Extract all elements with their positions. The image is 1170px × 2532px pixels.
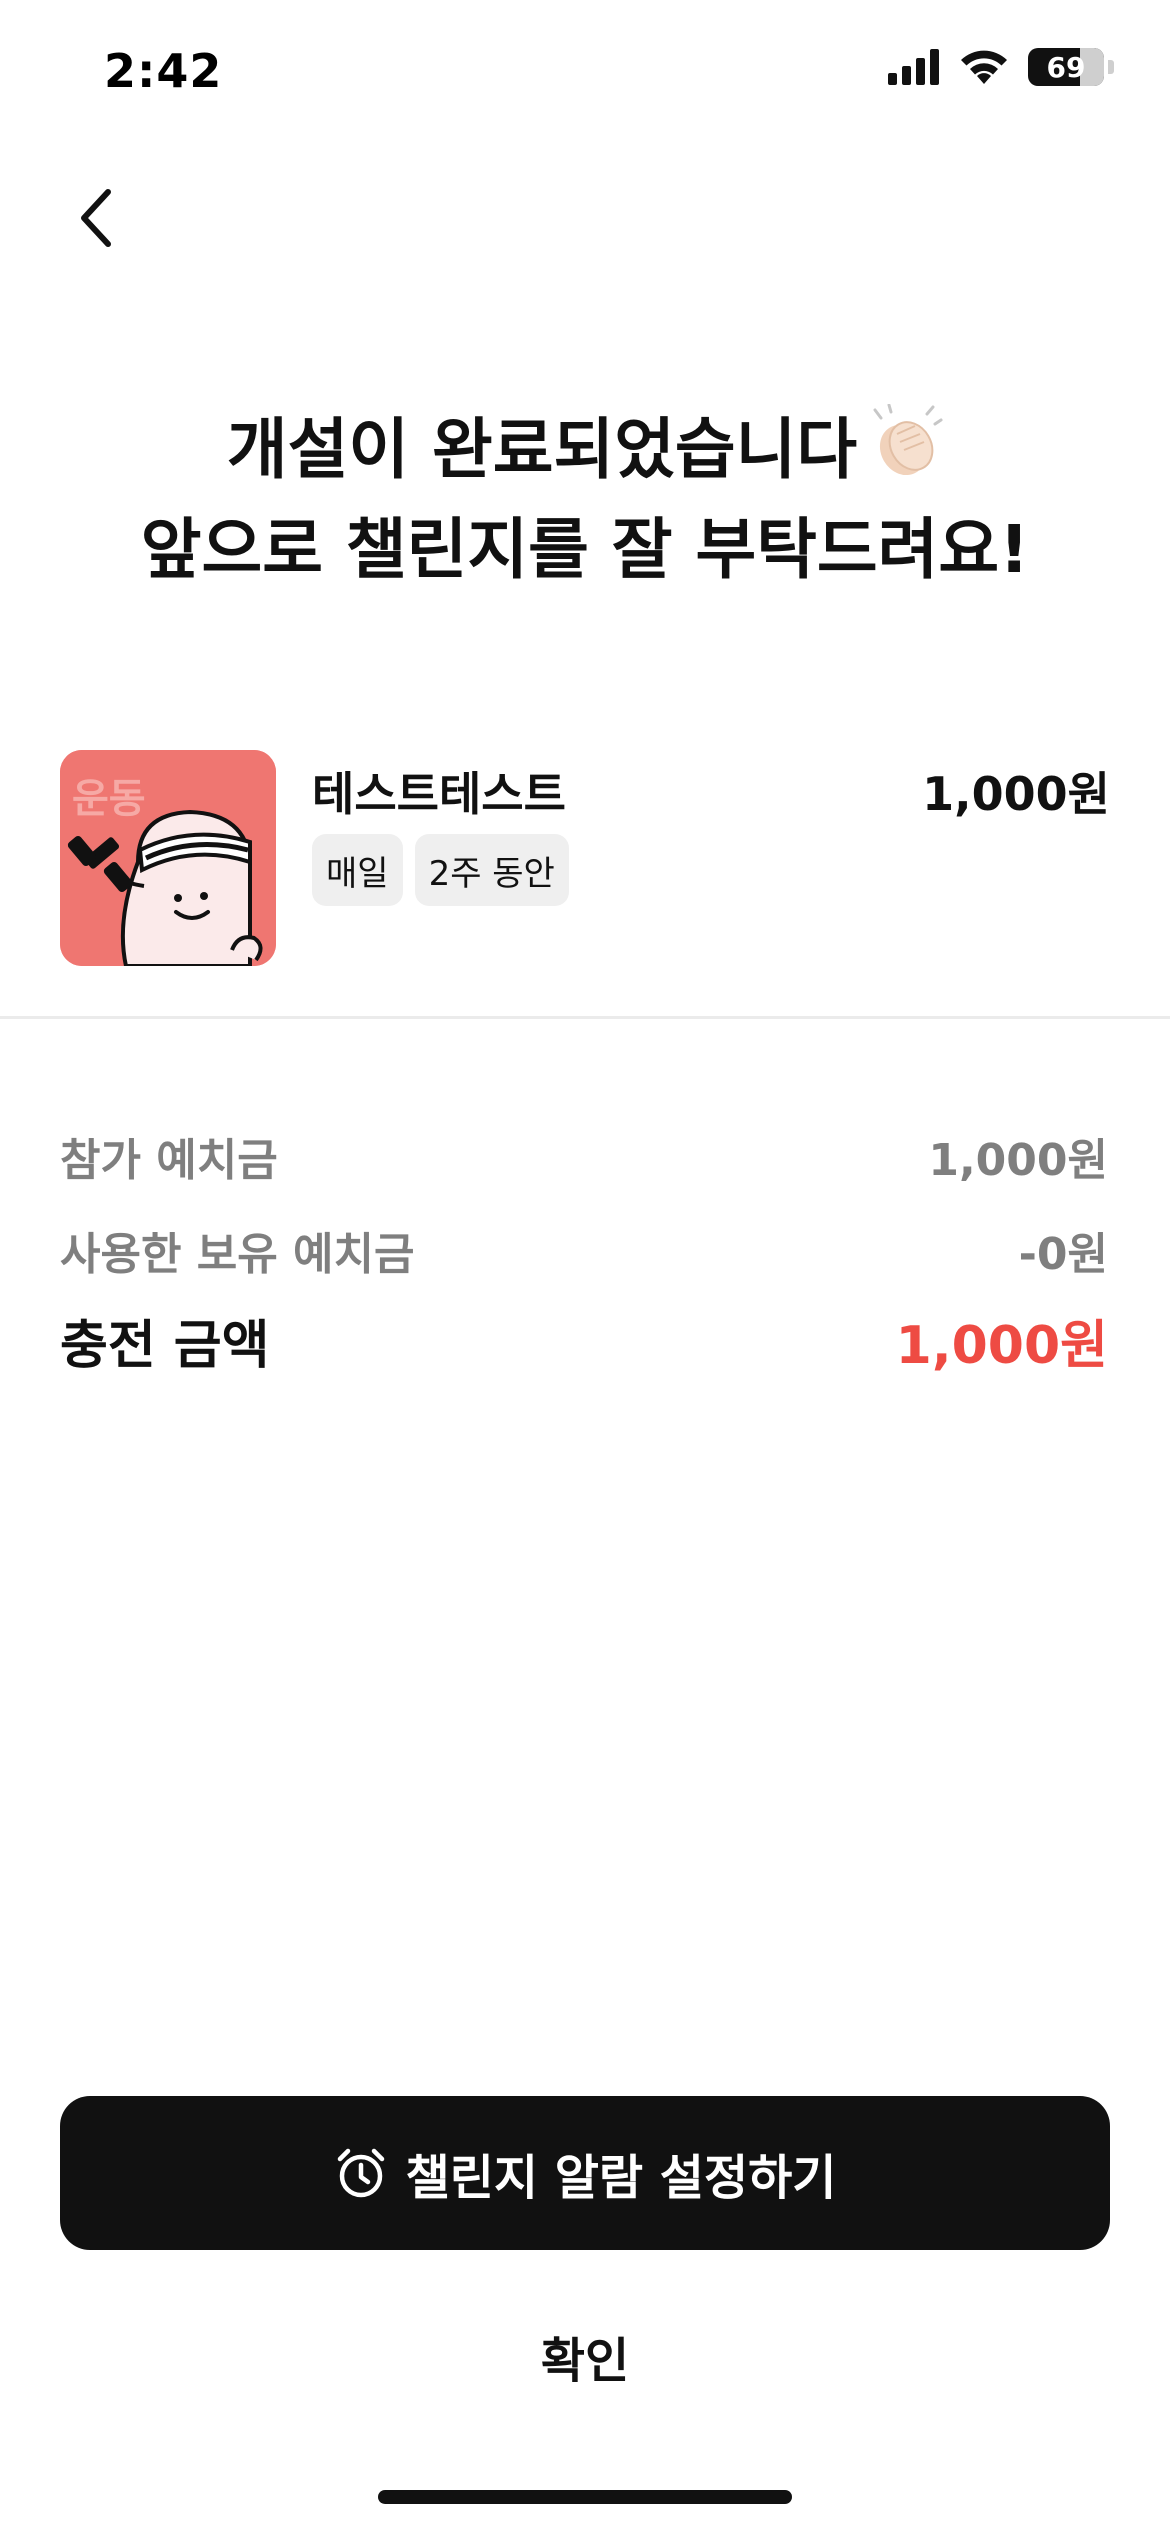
wifi-icon [961,50,1007,84]
challenge-tags: 매일 2주 동안 [312,834,569,906]
challenge-card: 운동 테스트테스트 1,000원 매일 2주 동안 [60,750,1110,970]
set-alarm-button[interactable]: 챌린지 알람 설정하기 [60,2096,1110,2250]
alarm-clock-icon [337,2148,384,2198]
exercise-character-illustration: 운동 [60,750,276,966]
confirm-button[interactable]: 확인 [385,2306,785,2406]
section-divider [0,1016,1170,1019]
signal-icon [888,49,939,85]
headline-line-1-text: 개설이 완료되었습니다 [226,411,858,489]
battery-cap [1108,60,1114,74]
tag-frequency: 매일 [312,834,403,906]
tag-duration: 2주 동안 [414,834,569,906]
status-icons: 69 [888,48,1114,86]
used-deposit-label: 사용한 보유 예치금 [60,1229,415,1280]
battery-level: 69 [1046,50,1086,84]
status-time: 2:42 [104,44,223,98]
challenge-created-screen: 2:42 69 개설이 완료되었습니다 앞으로 챌린지를 잘 부탁드려요! 운동… [0,0,1170,2532]
challenge-price: 1,000원 [922,767,1110,821]
used-deposit-value: -0원 [1018,1229,1108,1280]
completion-headline: 개설이 완료되었습니다 앞으로 챌린지를 잘 부탁드려요! [0,403,1170,596]
challenge-thumbnail: 운동 [60,750,276,966]
deposit-label: 참가 예치금 [60,1135,278,1186]
headline-line-1: 개설이 완료되었습니다 [0,403,1170,504]
headline-line-2: 앞으로 챌린지를 잘 부탁드려요! [140,511,1030,588]
thumbnail-label: 운동 [72,776,146,822]
set-alarm-label: 챌린지 알람 설정하기 [405,2150,837,2206]
clapping-hands-icon [867,403,943,504]
deposit-row: 참가 예치금 1,000원 [60,1120,1108,1192]
charge-amount-row: 충전 금액 1,000원 [60,1300,1108,1380]
used-deposit-row: 사용한 보유 예치금 -0원 [60,1214,1108,1286]
status-bar: 2:42 69 [0,0,1170,150]
home-indicator[interactable] [378,2490,792,2504]
deposit-value: 1,000원 [928,1135,1108,1186]
charge-amount-label: 충전 금액 [60,1315,270,1376]
back-button[interactable] [56,178,136,258]
payment-summary: 참가 예치금 1,000원 사용한 보유 예치금 -0원 충전 금액 1,000… [60,1120,1108,1380]
challenge-name: 테스트테스트 [312,767,566,821]
chevron-left-icon [81,189,111,247]
charge-amount-value: 1,000원 [895,1315,1108,1376]
battery-icon: 69 [1028,48,1104,86]
